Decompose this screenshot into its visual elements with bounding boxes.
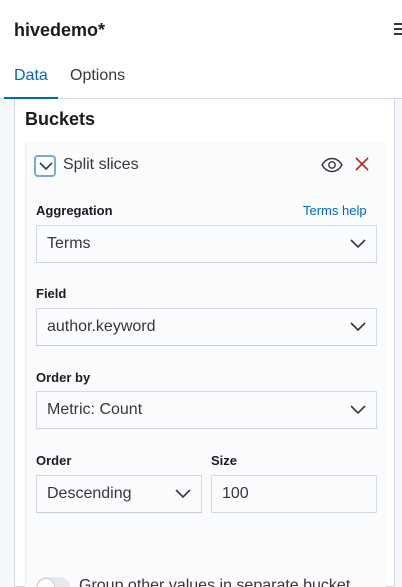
size-value: 100	[222, 485, 249, 502]
field-select[interactable]: author.keyword	[36, 308, 377, 346]
field-label: Field	[36, 286, 67, 301]
switch-knob	[37, 578, 55, 587]
order-by-value: Metric: Count	[47, 401, 143, 418]
tab-bar: Data Options	[0, 58, 402, 99]
chevron-down-icon	[350, 405, 366, 415]
split-slices-agg: Split slices Aggregation Terms help Term…	[25, 142, 386, 587]
group-other-label: Group other values in separate bucket	[79, 577, 351, 587]
terms-help-link[interactable]: Terms help	[303, 203, 367, 218]
aggregation-label: Aggregation	[36, 203, 113, 218]
order-by-select[interactable]: Metric: Count	[36, 391, 377, 429]
agg-title: Split slices	[63, 156, 139, 173]
order-label: Order	[36, 453, 72, 468]
order-select[interactable]: Descending	[36, 475, 202, 513]
aggregation-value: Terms	[47, 235, 91, 252]
chevron-down-icon	[350, 322, 366, 332]
chevron-down-icon	[175, 489, 191, 499]
field-value: author.keyword	[47, 318, 156, 335]
menu-icon[interactable]	[394, 23, 402, 37]
chevron-down-icon	[350, 239, 366, 249]
page-title: hivedemo*	[14, 20, 106, 40]
order-value: Descending	[47, 485, 132, 502]
tab-data[interactable]: Data	[4, 67, 58, 99]
agg-header: Split slices	[34, 155, 379, 177]
buckets-panel: Buckets Split slices Aggregation Terms h…	[14, 99, 395, 587]
order-by-label: Order by	[36, 370, 91, 385]
collapse-toggle-button[interactable]	[34, 155, 56, 177]
editor-title-bar: hivedemo*	[0, 0, 402, 58]
tab-options[interactable]: Options	[70, 67, 125, 97]
buckets-title: Buckets	[25, 109, 96, 129]
size-input[interactable]: 100	[211, 475, 377, 513]
eye-icon[interactable]	[321, 157, 343, 173]
aggregation-select[interactable]: Terms	[36, 225, 377, 263]
close-icon[interactable]	[354, 156, 370, 172]
size-label: Size	[211, 453, 238, 468]
chevron-down-icon	[39, 162, 53, 171]
group-other-switch[interactable]	[36, 577, 70, 587]
